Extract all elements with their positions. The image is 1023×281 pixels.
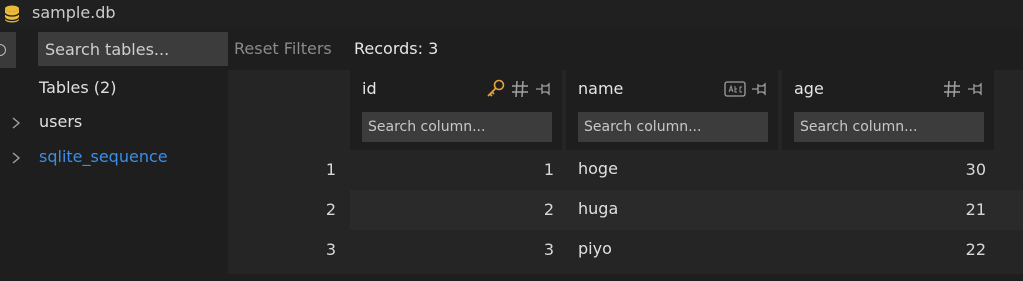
sidebar-item-label: sqlite_sequence [39,147,168,166]
table-row[interactable]: 2 2 huga 21 [228,190,1023,230]
sidebar: Tables (2) users sqlite_sequence [0,28,228,281]
row-number: 2 [325,200,336,219]
column-search-input-name[interactable] [578,112,768,142]
tables-heading: Tables (2) [39,78,117,97]
chevron-right-icon [12,152,21,164]
column-icons [484,78,554,100]
pin-icon[interactable] [966,79,986,99]
cell-name[interactable]: huga [578,199,618,218]
cell-id[interactable]: 3 [350,240,554,259]
reset-filters-button[interactable]: Reset Filters [234,39,332,58]
toolbar: Reset Filters Records: 3 [228,28,1023,70]
column-header-id[interactable]: id [350,70,562,150]
column-icons [724,78,770,100]
cell-age[interactable]: 21 [782,200,986,219]
sidebar-toggle[interactable] [0,32,16,68]
column-name: name [578,79,624,98]
cell-name[interactable]: piyo [578,239,612,258]
table-view: Reset Filters Records: 3 id name [228,28,1023,281]
column-name: age [794,79,824,98]
pin-icon[interactable] [534,79,554,99]
cell-age[interactable]: 30 [782,160,986,179]
column-icons [942,78,986,100]
table-row[interactable]: 3 3 piyo 22 [228,230,1023,270]
sidebar-item-sqlite-sequence[interactable]: sqlite_sequence [0,146,228,172]
table-row[interactable]: 1 1 hoge 30 [228,150,1023,190]
chevron-right-icon [12,117,21,129]
records-count: Records: 3 [354,39,439,58]
data-grid: id name [228,70,1023,274]
row-number: 1 [325,160,336,179]
cell-id[interactable]: 2 [350,200,554,219]
title-bar: sample.db [0,0,1023,28]
column-search-input-id[interactable] [362,112,552,142]
database-icon [4,5,20,23]
cell-name[interactable]: hoge [578,159,618,178]
row-number: 3 [325,240,336,259]
search-tables-input[interactable] [38,32,228,66]
column-search-input-age[interactable] [794,112,984,142]
text-type-icon [724,81,746,97]
number-type-icon [512,80,528,98]
column-header-age[interactable]: age [782,70,994,150]
key-icon [487,79,505,97]
sidebar-item-label: users [39,112,83,131]
circle-icon [0,44,6,56]
pin-icon[interactable] [750,79,770,99]
sidebar-item-users[interactable]: users [0,111,228,137]
cell-age[interactable]: 22 [782,240,986,259]
cell-id[interactable]: 1 [350,160,554,179]
number-type-icon [944,80,960,98]
column-header-name[interactable]: name [566,70,778,150]
window-title: sample.db [32,3,116,22]
column-name: id [362,79,377,98]
